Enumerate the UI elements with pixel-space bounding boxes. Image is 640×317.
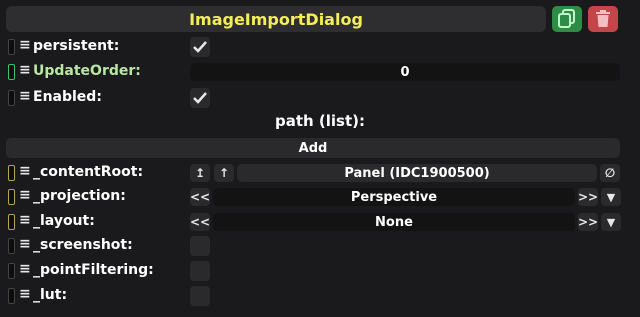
content-root-label: _contentRoot: [33,164,144,180]
field-menu-icon[interactable]: ≡ [19,37,31,53]
lut-checkbox[interactable] [190,286,210,306]
enabled-label: Enabled: [33,89,102,105]
clear-reference-button[interactable]: ∅ [600,164,620,182]
component-title: ImageImportDialog [6,6,546,32]
row-update-order: ≡ UpdateOrder: 0 [6,61,634,83]
field-menu-icon[interactable]: ≡ [19,212,31,228]
screenshot-checkbox[interactable] [190,236,210,256]
field-indicator [8,238,15,254]
projection-dropdown-button[interactable]: ▼ [601,188,621,206]
layout-label: _layout: [33,213,95,229]
row-persistent: ≡ persistent: [6,36,634,58]
point-filtering-checkbox[interactable] [190,261,210,281]
trash-icon [596,10,610,27]
field-menu-icon[interactable]: ≡ [19,163,31,179]
persistent-checkbox[interactable] [190,37,210,57]
field-menu-icon[interactable]: ≡ [19,88,31,104]
row-layout: ≡ _layout: << None >> ▼ [6,211,634,233]
field-indicator [8,263,15,279]
row-projection: ≡ _projection: << Perspective >> ▼ [6,186,634,208]
add-button[interactable]: Add [6,138,620,158]
enabled-checkbox[interactable] [190,88,210,108]
row-lut: ≡ _lut: [6,285,634,307]
move-up-button[interactable]: ↑ [214,164,234,182]
field-indicator [8,189,15,205]
copy-button[interactable] [552,6,582,32]
delete-button[interactable] [588,6,618,32]
select-parent-button[interactable]: ↥ [190,164,210,182]
row-point-filtering: ≡ _pointFiltering: [6,260,634,282]
layout-prev-button[interactable]: << [190,213,210,231]
field-menu-icon[interactable]: ≡ [19,187,31,203]
projection-label: _projection: [33,188,126,204]
field-indicator [8,64,15,80]
point-filtering-label: _pointFiltering: [33,262,154,278]
projection-value[interactable]: Perspective [213,188,575,206]
field-indicator [8,90,15,106]
update-order-input[interactable]: 0 [190,63,620,81]
copy-icon [558,9,575,28]
field-indicator [8,39,15,55]
checkmark-icon [193,41,207,53]
layout-dropdown-button[interactable]: ▼ [601,213,621,231]
row-enabled: ≡ Enabled: [6,87,634,109]
update-order-label: UpdateOrder: [33,63,141,79]
field-indicator [8,214,15,230]
field-menu-icon[interactable]: ≡ [19,261,31,277]
field-indicator [8,165,15,181]
row-content-root: ≡ _contentRoot: ↥ ↑ Panel (IDC1900500) ∅ [6,162,634,184]
row-screenshot: ≡ _screenshot: [6,235,634,257]
field-menu-icon[interactable]: ≡ [19,286,31,302]
field-menu-icon[interactable]: ≡ [19,62,31,78]
path-list-title: path (list): [274,112,366,130]
projection-prev-button[interactable]: << [190,188,210,206]
screenshot-label: _screenshot: [33,237,133,253]
persistent-label: persistent: [33,38,120,54]
layout-value[interactable]: None [213,213,575,231]
field-menu-icon[interactable]: ≡ [19,236,31,252]
projection-next-button[interactable]: >> [578,188,598,206]
checkmark-icon [193,92,207,104]
lut-label: _lut: [33,287,68,303]
field-indicator [8,288,15,304]
content-root-field[interactable]: Panel (IDC1900500) [237,164,597,182]
layout-next-button[interactable]: >> [578,213,598,231]
